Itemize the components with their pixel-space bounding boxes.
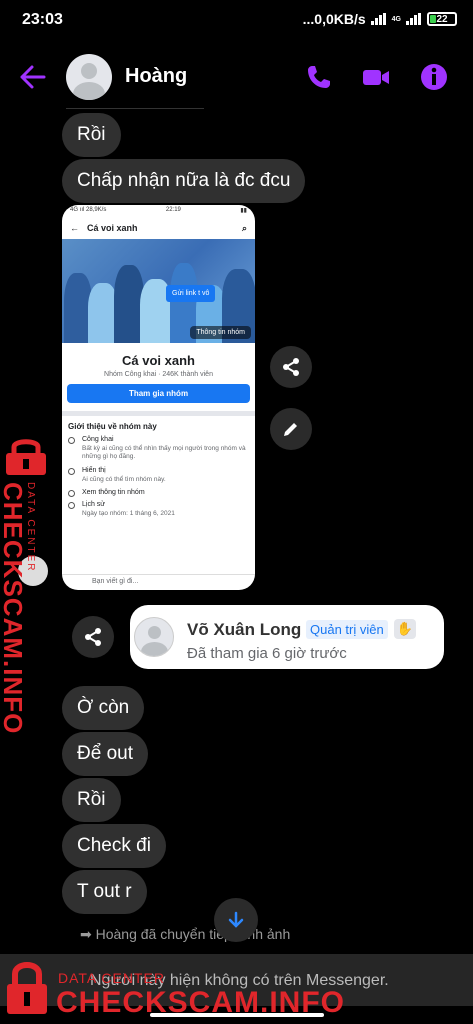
forward-note-text: Hoàng đã chuyển tiếp hình ảnh (95, 926, 291, 942)
message-bubble[interactable]: Rồi (62, 113, 121, 157)
message-text: T out r (77, 881, 132, 902)
mini-row-desc: Ai cũng có thể tìm nhóm này. (82, 475, 166, 483)
mini-row-title: Công khai (82, 436, 114, 443)
message-bubble[interactable]: Để out (62, 732, 148, 776)
lock-watermark-icon (6, 439, 46, 475)
watermark-bottom-text: CHECKSCAM.INFO (56, 986, 345, 1019)
share-icon (85, 628, 101, 646)
message-text: Ờ còn (77, 697, 130, 718)
mini-about-title: Giới thiệu về nhóm này (68, 422, 157, 431)
message-bubble[interactable]: Rồi (62, 778, 121, 822)
message-bubble[interactable]: T out r (62, 870, 147, 914)
member-role-badge: Quản trị viên (306, 620, 388, 639)
lock-watermark-icon (7, 962, 47, 1014)
mini-status-bar: 4G ııl 28,9K/s 22:19 ▮▮ (62, 205, 255, 217)
message-text: Chấp nhận nữa là đc đcu (77, 170, 291, 191)
message-text: Để out (77, 743, 133, 764)
message-bubble[interactable]: Chấp nhận nữa là đc đcu (62, 159, 306, 203)
back-arrow-icon[interactable] (18, 64, 46, 90)
message-text: Rồi (77, 789, 106, 810)
divider (66, 108, 204, 109)
watermark-side-text: CHECKSCAM.INFO (0, 482, 28, 735)
shared-image[interactable]: 4G ııl 28,9K/s 22:19 ▮▮ ← Cá voi xanh ⌕ … (62, 205, 255, 590)
chat-header: Hoàng (0, 48, 473, 106)
pencil-icon (284, 423, 297, 436)
mini-group-name: Cá voi xanh (122, 353, 195, 368)
status-right: ...0,0KB/s 4G 22 (303, 11, 457, 27)
watermark-bottom-small: DATA CENTER (58, 970, 165, 986)
message-text: Check đi (77, 835, 151, 856)
edit-button[interactable] (270, 408, 312, 450)
arrow-down-icon (228, 911, 244, 928)
mini-row: Hiển thị Ai cũng có thể tìm nhóm này. (62, 462, 255, 484)
message-bubble[interactable]: Ờ còn (62, 686, 145, 730)
wave-icon: ✋ (394, 619, 416, 639)
mini-nav: ← Cá voi xanh ⌕ (62, 217, 255, 239)
mini-row-title: Hiển thị (82, 466, 106, 474)
member-card-image[interactable]: Võ Xuân Long Quản trị viên ✋ Đã tham gia… (130, 605, 444, 669)
mini-status-right: ▮▮ (240, 208, 247, 214)
mini-back-icon: ← (70, 223, 79, 233)
video-call-icon[interactable] (361, 62, 391, 92)
mini-nav-title: Cá voi xanh (87, 223, 138, 233)
mini-status-left: 4G ııl 28,9K/s (70, 207, 107, 213)
globe-icon (68, 437, 75, 444)
message-bubble[interactable]: Check đi (62, 824, 166, 868)
mini-group-banner: Gửi link t vô Thông tin nhóm (62, 239, 255, 343)
eye-icon (68, 467, 75, 475)
signal-icon-2 (406, 13, 422, 25)
contact-name[interactable]: Hoàng (125, 65, 187, 88)
status-bar: 23:03 ...0,0KB/s 4G 22 (0, 0, 473, 42)
mini-post-placeholder: Bạn viết gì đi... (62, 574, 255, 590)
scroll-down-button[interactable] (214, 898, 258, 942)
forward-icon: ➡ (80, 926, 96, 942)
mini-row-title: Lịch sử (82, 501, 105, 509)
network-speed: ...0,0KB/s (302, 11, 366, 27)
forward-note: ➡ Hoàng đã chuyển tiếp hình ảnh (80, 926, 290, 943)
mini-row: Xem thông tin nhóm (62, 484, 255, 498)
mini-row-title: Xem thông tin nhóm (82, 489, 145, 497)
battery-level: 22 (436, 13, 448, 25)
member-name: Võ Xuân Long (187, 620, 302, 639)
share-button[interactable] (270, 346, 312, 388)
watermark-side-small: DATA CENTER (25, 482, 36, 573)
contact-avatar[interactable] (66, 54, 112, 100)
member-joined: Đã tham gia 6 giờ trước (187, 645, 347, 662)
network-type: 4G (391, 15, 401, 23)
member-avatar (134, 617, 174, 657)
battery-icon: 22 (427, 12, 457, 26)
info-icon[interactable] (419, 62, 449, 92)
status-time: 23:03 (22, 11, 63, 28)
mini-search-icon: ⌕ (241, 222, 247, 233)
mini-banner-badge: Gửi link t vô (166, 285, 216, 302)
mini-row-desc: Bất kỳ ai cũng có thể nhìn thấy mọi ngườ… (82, 445, 246, 461)
mini-group-meta: Nhóm Công khai · 246K thành viên (104, 371, 213, 378)
signal-icon (370, 13, 387, 25)
message-text: Rồi (77, 124, 106, 145)
phone-icon[interactable] (304, 62, 334, 92)
mini-status-time: 22:19 (165, 207, 181, 213)
mini-join-button: Tham gia nhóm (67, 384, 250, 403)
mini-row: Công khai Bất kỳ ai cũng có thể nhìn thấ… (62, 431, 255, 462)
share-icon (283, 358, 299, 376)
share-button[interactable] (72, 616, 114, 658)
mini-row-desc: Ngày tạo nhóm: 1 tháng 6, 2021 (82, 510, 175, 518)
clock-icon (68, 502, 75, 510)
mini-banner-info: Thông tin nhóm (190, 326, 251, 339)
mini-row: Lịch sử Ngày tạo nhóm: 1 tháng 6, 2021 (62, 496, 255, 518)
